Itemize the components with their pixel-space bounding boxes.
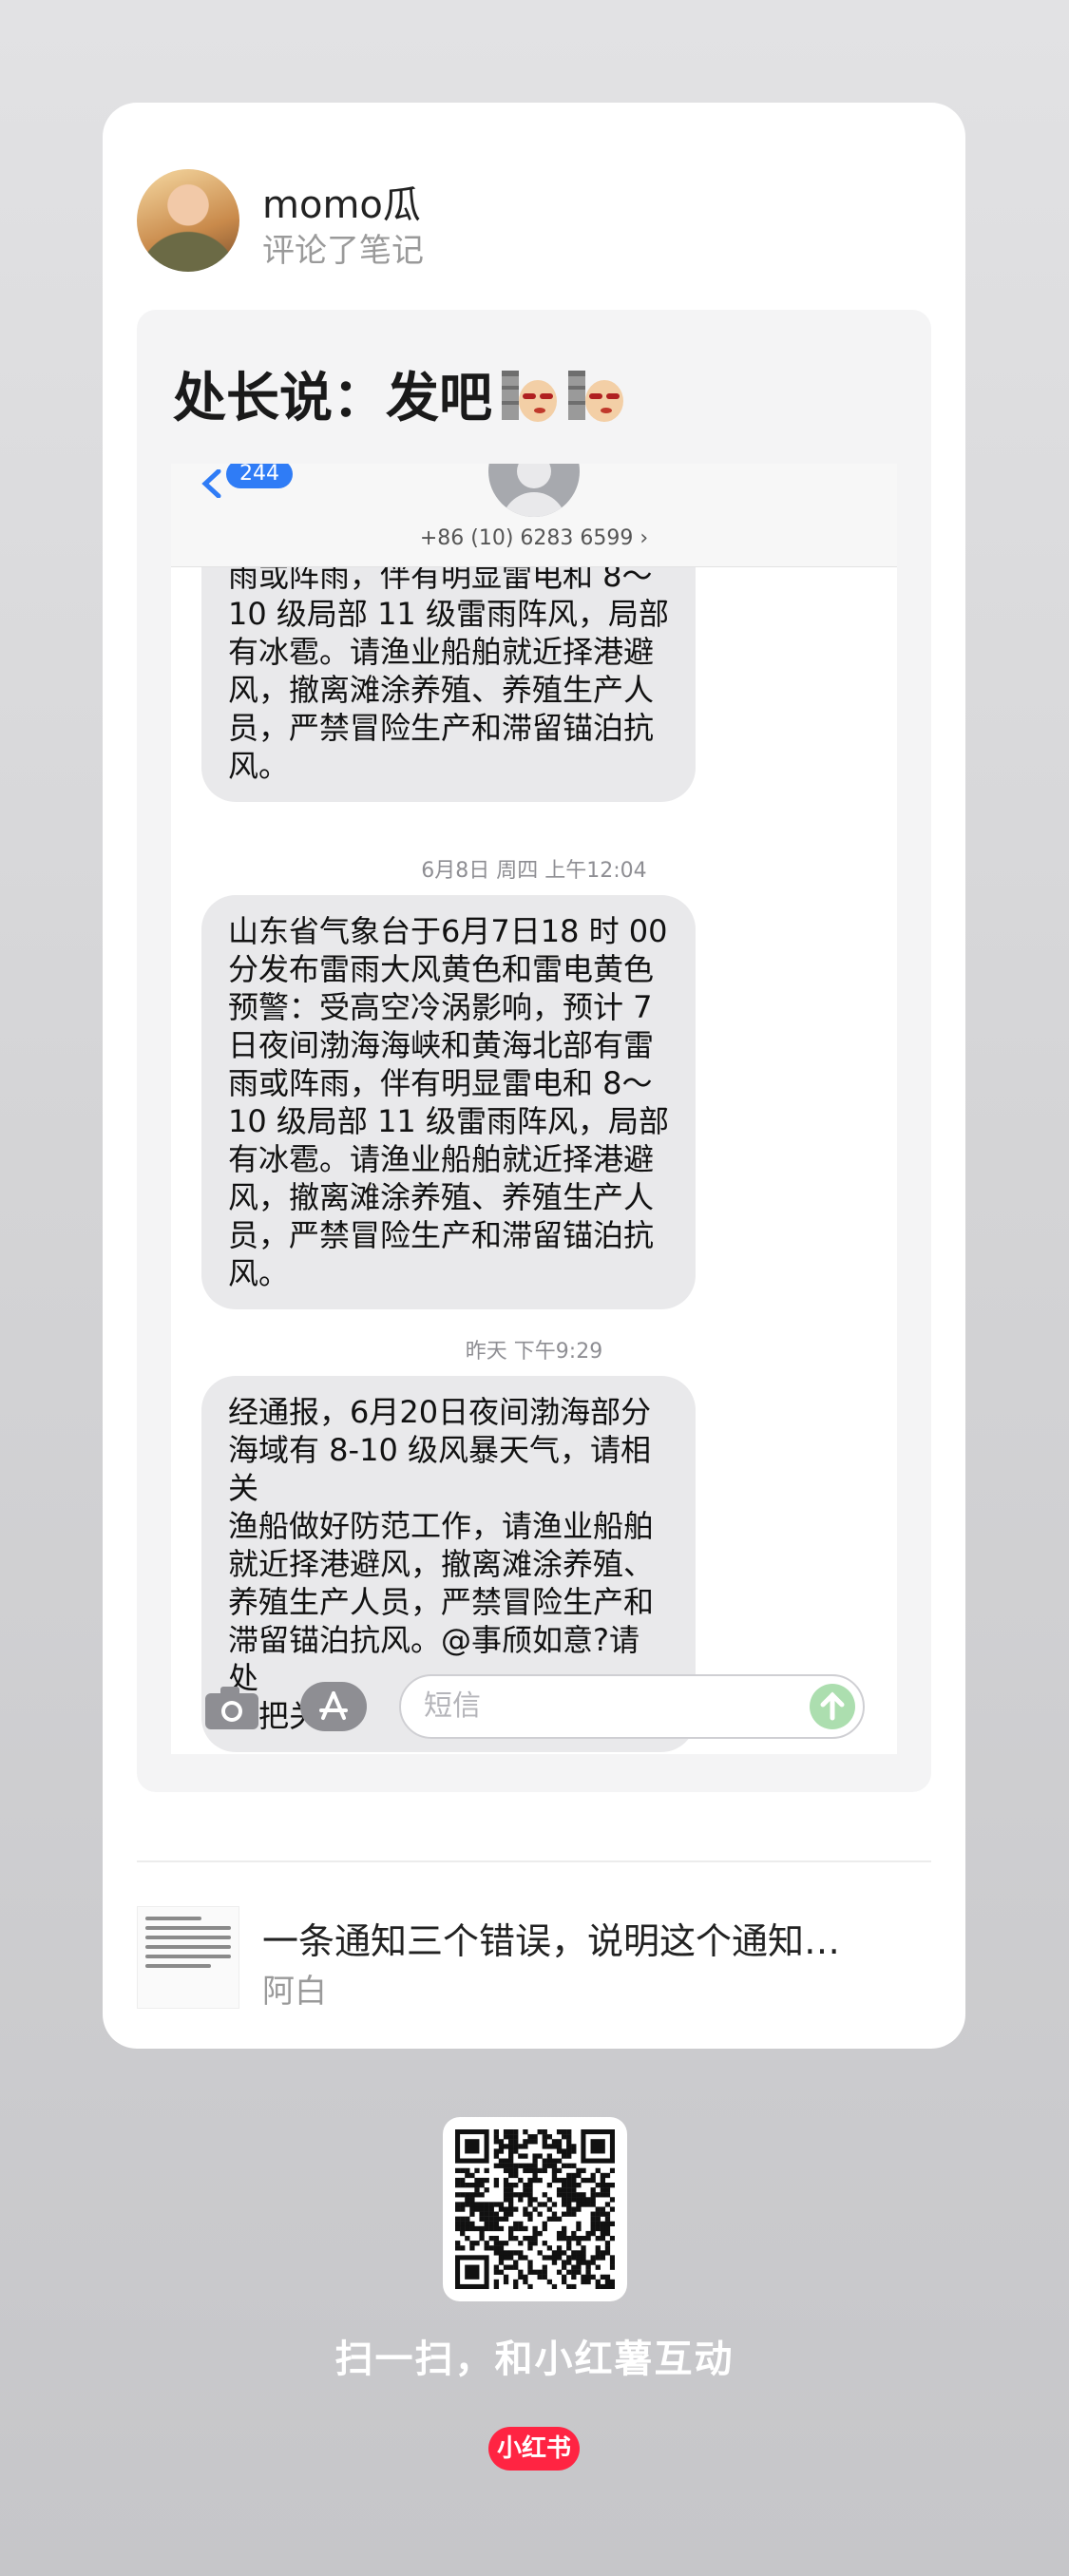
message-timestamp: 6月8日 周四 上午12:04 [421, 859, 647, 883]
xiaohongshu-logo: 小红书 [488, 2427, 580, 2471]
sms-compose-bar: 短信 [171, 1669, 897, 1754]
comment-text: 处长说：发吧 [173, 368, 492, 429]
divider [137, 1860, 931, 1862]
username[interactable]: momo瓜 [262, 174, 421, 229]
note-title[interactable]: 一条通知三个错误，说明这个通知… [262, 1912, 918, 1964]
sms-header: 244 +86 (10) 6283 6599 › [171, 464, 897, 567]
sms-screenshot: 244 +86 (10) 6283 6599 › 日夜间渤海海峡和黄海北部有雷 … [171, 464, 897, 1754]
avatar[interactable] [137, 169, 239, 272]
unread-count-badge[interactable]: 244 [226, 464, 293, 488]
qr-code[interactable] [443, 2117, 627, 2301]
smug-face-emoji-icon [568, 370, 623, 422]
message-timestamp: 昨天 下午9:29 [465, 1340, 603, 1364]
sms-input-placeholder: 短信 [424, 1689, 481, 1723]
send-button[interactable] [810, 1684, 855, 1729]
smug-face-emoji-icon [502, 370, 557, 422]
comment-box: 处长说：发吧 244 +86 (10) 6283 6599 › 雨或阵雨，伴有明… [137, 310, 931, 1792]
contact-number[interactable]: +86 (10) 6283 6599 › [171, 526, 897, 550]
comment-content: 处长说：发吧 [173, 355, 625, 432]
scan-prompt: 扫一扫，和小红薯互动 [334, 2337, 735, 2381]
qr-code-icon [455, 2129, 615, 2289]
sms-input[interactable]: 短信 [399, 1674, 865, 1739]
camera-icon[interactable] [203, 1684, 260, 1731]
contact-avatar[interactable] [488, 464, 580, 517]
arrow-up-icon [820, 1691, 845, 1721]
note-thumbnail[interactable] [137, 1906, 239, 2009]
chevron-left-icon[interactable] [198, 469, 226, 498]
app-store-button[interactable] [300, 1682, 367, 1731]
app-store-icon [319, 1691, 348, 1720]
note-author[interactable]: 阿白 [262, 1965, 327, 2012]
message-bubble: 山东省气象台于6月7日18 时 00 分发布雷雨大风黄色和雷电黄色 预警：受高空… [201, 895, 696, 1309]
action-label: 评论了笔记 [262, 232, 424, 270]
comment-card: momo瓜 评论了笔记 处长说：发吧 244 +86 (10) 6283 659… [103, 103, 965, 2049]
